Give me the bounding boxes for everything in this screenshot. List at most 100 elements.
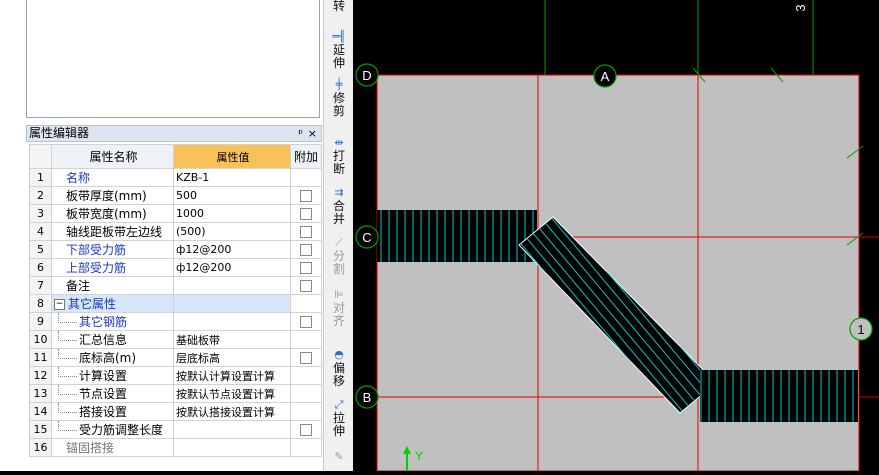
property-row[interactable]: 14 搭接设置 按默认搭接设置计算 [29,402,322,421]
property-row[interactable]: 9 其它钢筋 [29,312,322,331]
tree-connector [58,385,77,395]
tool-label-char: 并 [332,212,345,226]
property-row[interactable]: 10 汇总信息 基础板带 [29,330,322,349]
modify-toolbar: ⟲转 ═╢延伸 ╪修剪 ⇹打断 ⇉合并 ⟋分割 ⊫对齐 ◓偏移 ⤢拉伸 ✎ [323,0,354,471]
property-name: 计算设置 [79,369,128,383]
tool-icon: ✎ [334,450,344,463]
extra-checkbox[interactable] [300,244,312,256]
close-icon[interactable]: × [308,126,317,141]
property-name-cell[interactable]: − 其它属性 [51,294,174,313]
extra-checkbox[interactable] [300,208,312,220]
property-name: 受力筋调整长度 [79,423,164,437]
toolbar-button-1[interactable]: ═╢ 延伸 [327,30,351,70]
property-value[interactable]: KZB-1 [173,168,291,187]
property-row[interactable]: 15 受力筋调整长度 [29,420,322,439]
property-name-cell[interactable]: 搭接设置 [51,402,174,421]
tree-connector [58,403,77,413]
property-row[interactable]: 6 上部受力筋 ф12@200 [29,258,322,277]
property-value[interactable]: 基础板带 [173,330,291,349]
property-name-cell[interactable]: 名称 [51,168,174,187]
tool-label-char: 剪 [332,104,345,118]
tool-icon: ⟋ [335,236,343,249]
property-value[interactable]: ф12@200 [173,240,291,259]
property-name-cell[interactable]: 其它钢筋 [51,312,174,331]
property-value[interactable]: (500) [173,222,291,241]
tree-connector [58,313,77,323]
property-row[interactable]: 1 名称 KZB-1 [29,168,322,187]
toolbar-button-2[interactable]: ╪ 修剪 [327,78,351,118]
property-name-cell[interactable]: 汇总信息 [51,330,174,349]
toolbar-button-0[interactable]: ⟲转 [327,0,351,13]
tool-icon: ⇉ [334,186,344,199]
property-row[interactable]: 11 底标高(m) 层底标高 [29,348,322,367]
row-number: 15 [29,420,52,439]
extra-checkbox[interactable] [300,316,312,328]
drawing-canvas[interactable]: D A C B 1 3 Y [353,0,879,472]
extra-checkbox[interactable] [300,190,312,202]
toolbar-button-6[interactable]: ⊫ 对齐 [327,288,351,328]
property-name-cell[interactable]: 板带厚度(mm) [51,186,174,205]
property-name-cell[interactable]: 轴线距板带左边线 [51,222,174,241]
property-row[interactable]: 13 节点设置 按默认节点设置计算 [29,384,322,403]
toolbar-button-4[interactable]: ⇉ 合并 [327,186,351,226]
property-value[interactable]: ф12@200 [173,258,291,277]
property-row[interactable]: 3 板带宽度(mm) 1000 [29,204,322,223]
property-name: 节点设置 [79,387,128,401]
property-name: 板带宽度(mm) [66,207,147,221]
property-name-cell[interactable]: 底标高(m) [51,348,174,367]
property-name-cell[interactable]: 节点设置 [51,384,174,403]
property-name-cell[interactable]: 下部受力筋 [51,240,174,259]
property-row[interactable]: 8− 其它属性 [29,294,322,313]
extra-checkbox[interactable] [300,424,312,436]
property-row[interactable]: 16 锚固搭接 [29,438,322,457]
property-name-cell[interactable]: 备注 [51,276,174,295]
property-row[interactable]: 5 下部受力筋 ф12@200 [29,240,322,259]
property-value[interactable]: 按默认搭接设置计算 [173,402,291,421]
property-name-cell[interactable]: 上部受力筋 [51,258,174,277]
toolbar-button-7[interactable]: ◓ 偏移 [327,348,351,388]
property-value[interactable]: 1000 [173,204,291,223]
pin-icon[interactable]: ᵖ [298,126,303,141]
property-name: 其它钢筋 [79,315,128,329]
axis-label-d: D [362,68,371,83]
property-name: 其它属性 [68,297,117,311]
column-header-name: 属性名称 [51,144,174,169]
property-value[interactable]: 500 [173,186,291,205]
property-row[interactable]: 2 板带厚度(mm) 500 [29,186,322,205]
property-row[interactable]: 7 备注 [29,276,322,295]
tool-label-char: 伸 [332,424,345,438]
property-value[interactable] [173,294,291,313]
extra-cell [290,294,322,313]
toolbar-button-5[interactable]: ⟋ 分割 [327,236,351,276]
toolbar-button-8[interactable]: ⤢ 拉伸 [327,398,351,438]
toolbar-button-3[interactable]: ⇹ 打断 [327,136,351,176]
row-number: 6 [29,258,52,277]
drawing-svg[interactable]: D A C B 1 3 Y [353,0,879,472]
ucs-y-label: Y [415,449,423,463]
property-value[interactable]: 层底标高 [173,348,291,367]
property-value[interactable]: 按默认节点设置计算 [173,384,291,403]
extra-checkbox[interactable] [300,226,312,238]
toolbar-button-9[interactable]: ✎ [327,450,351,464]
tree-connector [58,349,77,359]
extra-cell [290,186,322,205]
left-panel: 属性编辑器 ᵖ × 属性名称 属性值 附加 1 名称 KZB-1 2 板带厚度(mm) 5… [0,0,323,471]
extra-checkbox[interactable] [300,352,312,364]
property-name: 锚固搭接 [66,441,115,455]
property-name-cell[interactable]: 锚固搭接 [51,438,174,457]
property-value[interactable] [173,420,291,439]
property-name-cell[interactable]: 板带宽度(mm) [51,204,174,223]
property-row[interactable]: 12 计算设置 按默认计算设置计算 [29,366,322,385]
extra-checkbox[interactable] [300,262,312,274]
property-name-cell[interactable]: 受力筋调整长度 [51,420,174,439]
property-value[interactable]: 按默认计算设置计算 [173,366,291,385]
property-value[interactable] [173,312,291,331]
collapse-icon[interactable]: − [54,299,65,310]
extra-checkbox[interactable] [300,280,312,292]
property-value[interactable] [173,276,291,295]
property-row[interactable]: 4 轴线距板带左边线 (500) [29,222,322,241]
property-name-cell[interactable]: 计算设置 [51,366,174,385]
row-number: 2 [29,186,52,205]
property-value[interactable] [173,438,291,457]
row-number: 4 [29,222,52,241]
